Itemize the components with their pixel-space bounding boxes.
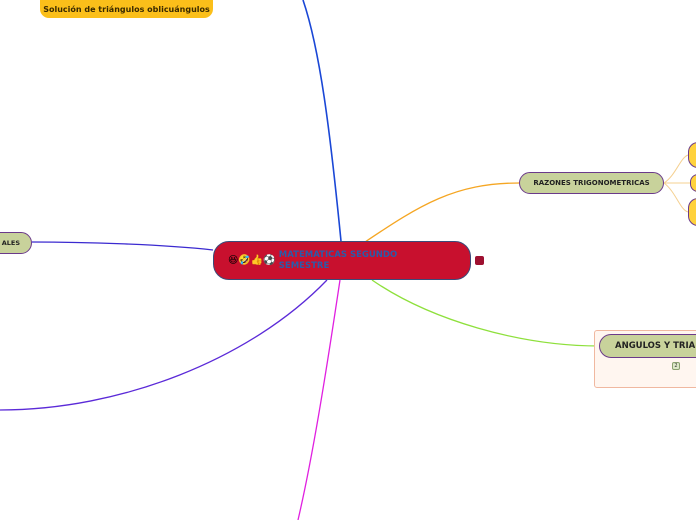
- angulos-count-label: 2: [674, 363, 678, 369]
- angulos-count-badge[interactable]: 2: [672, 362, 680, 370]
- topic-left[interactable]: ALES: [0, 232, 32, 254]
- topic-oblicuangulos-label: Solución de triángulos oblicuángulos: [43, 4, 210, 14]
- topic-razones[interactable]: RAZONES TRIGONOMETRICAS: [519, 172, 664, 194]
- central-title: MATEMATICAS SEGUNDO SEMESTRE: [278, 249, 398, 271]
- branch-orange: [364, 182, 520, 243]
- subtopic-3[interactable]: [688, 198, 696, 226]
- central-topic[interactable]: 😆🤣👍⚽ MATEMATICAS SEGUNDO SEMESTRE: [213, 241, 471, 280]
- central-emoji-icons: 😆🤣👍⚽: [228, 255, 276, 266]
- branch-purple: [0, 279, 328, 411]
- subtopic-1[interactable]: [688, 142, 696, 168]
- topic-angulos-label: ANGULOS Y TRIA: [615, 341, 696, 351]
- topic-razones-label: RAZONES TRIGONOMETRICAS: [533, 179, 650, 187]
- topic-angulos[interactable]: ANGULOS Y TRIA: [599, 334, 696, 358]
- branch-green: [371, 279, 600, 347]
- collapse-toggle[interactable]: [475, 256, 484, 265]
- topic-oblicuangulos[interactable]: Solución de triángulos oblicuángulos: [40, 0, 213, 18]
- branch-indigo: [31, 241, 214, 251]
- branch-magenta: [297, 279, 341, 520]
- sub-branch-3: [663, 182, 689, 213]
- topic-left-label: ALES: [1, 239, 20, 247]
- branch-blue: [302, 0, 342, 242]
- sub-branch-1: [663, 154, 689, 184]
